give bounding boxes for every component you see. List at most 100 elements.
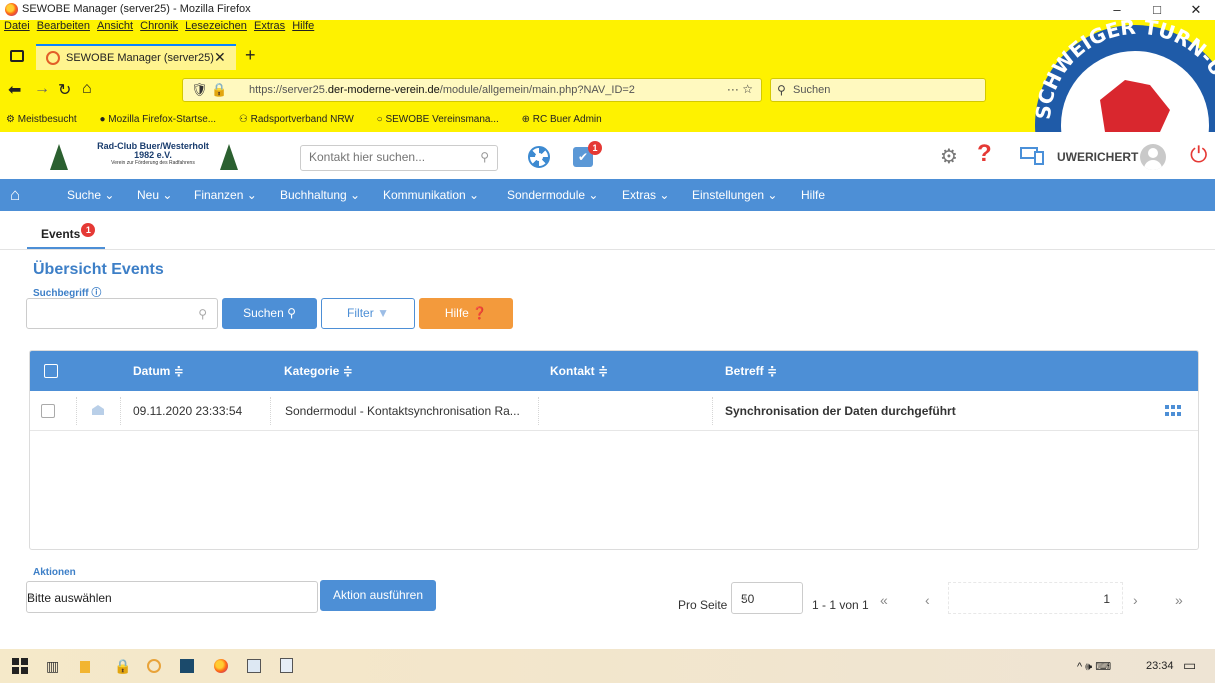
help-button[interactable]: Hilfe ❓ (419, 298, 513, 329)
bookmark-rc-buer-admin[interactable]: ⊕ RC Buer Admin (522, 114, 612, 125)
column-header-kategorie[interactable]: Kategorie ≑ (284, 364, 353, 378)
page-title: Übersicht Events (33, 261, 164, 278)
bookmark-firefox-start[interactable]: ● Mozilla Firefox-Startse... (99, 114, 226, 125)
column-divider (76, 397, 77, 425)
bookmark-sewobe[interactable]: ○ SEWOBE Vereinsmana... (377, 114, 509, 125)
row-menu-icon[interactable] (1165, 405, 1181, 417)
file-explorer-icon[interactable] (80, 661, 90, 673)
cell-betreff: Synchronisation der Daten durchgeführt (725, 404, 956, 418)
table-row[interactable]: 09.11.2020 23:33:54 Sondermodul - Kontak… (30, 391, 1198, 431)
club-logo-right-icon (220, 144, 238, 170)
browser-search-bar[interactable]: ⚲ Suchen (770, 78, 986, 102)
menu-hilfe[interactable]: Hilfe (292, 20, 314, 32)
events-table: Datum ≑ Kategorie ≑ Kontakt ≑ Betreff ≑ … (29, 350, 1199, 550)
url-bar[interactable]: 🛡 🔒 https://server25.der-moderne-verein.… (182, 78, 762, 102)
home-icon[interactable]: ⌂ (10, 185, 20, 205)
cell-datum: 09.11.2020 23:33:54 (133, 404, 243, 418)
search-term-input[interactable]: ⚲ (26, 298, 218, 329)
support-lifebuoy-icon[interactable] (528, 146, 550, 168)
lock-icon: 🛡 🔒 (191, 82, 228, 97)
column-header-betreff[interactable]: Betreff ≑ (725, 364, 777, 378)
firefox-icon (5, 3, 18, 16)
bookmark-radsportverband[interactable]: ⚇ Radsportverband NRW (239, 114, 364, 125)
page-actions-icon[interactable]: ··· ☆ (727, 82, 753, 96)
help-question-icon[interactable]: ? (977, 140, 992, 168)
app-document-icon[interactable] (280, 658, 293, 673)
column-header-kontakt[interactable]: Kontakt ≑ (550, 364, 608, 378)
minimize-button[interactable]: – (1097, 0, 1137, 20)
app-window-icon[interactable] (247, 659, 261, 673)
menu-bearbeiten[interactable]: Bearbeiten (37, 20, 90, 32)
action-select[interactable]: Bitte auswählen ▲ (26, 581, 318, 613)
window-title: SEWOBE Manager (server25) - Mozilla Fire… (22, 3, 251, 15)
menu-einstellungen[interactable]: Einstellungen ⌄ (692, 188, 777, 202)
clock[interactable]: 23:34 (1146, 660, 1174, 672)
menu-finanzen[interactable]: Finanzen ⌄ (194, 188, 257, 202)
calendar-badge: 1 (588, 141, 602, 155)
prev-page-icon[interactable]: ‹ (925, 592, 930, 608)
reload-icon[interactable]: ↻ (58, 80, 71, 100)
menu-extras[interactable]: Extras ⌄ (622, 188, 669, 202)
last-page-icon[interactable]: » (1175, 592, 1183, 608)
search-button[interactable]: Suchen ⚲ (222, 298, 317, 329)
search-icon: ⚲ (287, 306, 296, 320)
logout-power-icon[interactable]: ⏻ (1190, 142, 1207, 168)
row-checkbox[interactable] (41, 404, 55, 418)
windows-start-icon[interactable] (12, 658, 28, 674)
home-icon[interactable]: ⌂ (82, 80, 92, 98)
column-divider (270, 397, 271, 425)
username[interactable]: UWERICHERT (1057, 150, 1138, 164)
menu-chronik[interactable]: Chronik (140, 20, 178, 32)
settings-gear-icon[interactable]: ⚙ (940, 144, 958, 169)
sidebar-toggle-icon[interactable] (10, 50, 24, 62)
firefox-taskbar-icon[interactable] (214, 659, 228, 673)
contact-search-input[interactable] (309, 150, 469, 164)
page-number-box[interactable]: 1 (948, 582, 1123, 614)
store-icon[interactable]: 🔒 (114, 658, 131, 674)
tab-events[interactable]: Events 1 (27, 218, 106, 249)
search-icon[interactable]: ⚲ (480, 150, 489, 164)
select-all-checkbox[interactable] (44, 364, 58, 378)
menu-ansicht[interactable]: Ansicht (97, 20, 133, 32)
system-tray-icons[interactable]: ^ 🕪 ⌨ (1077, 660, 1111, 674)
close-tab-icon[interactable]: ✕ (214, 49, 226, 66)
per-page-select[interactable]: 50 ▲ (731, 582, 803, 614)
first-page-icon[interactable]: « (880, 592, 888, 608)
browser-tab-title: SEWOBE Manager (server25) (66, 52, 214, 64)
browser-navbar: ⬅ → ↻ ⌂ 🛡 🔒 https://server25.der-moderne… (0, 74, 1215, 108)
table-header: Datum ≑ Kategorie ≑ Kontakt ≑ Betreff ≑ (30, 351, 1198, 391)
devices-icon[interactable] (1020, 147, 1046, 165)
menu-hilfe[interactable]: Hilfe (801, 188, 825, 202)
avatar[interactable] (1140, 144, 1166, 170)
execute-action-button[interactable]: Aktion ausführen (320, 580, 436, 611)
bookmark-meistbesucht[interactable]: ⚙ Meistbesucht (6, 114, 87, 125)
next-page-icon[interactable]: › (1133, 592, 1138, 608)
contact-search-field[interactable]: ⚲ (300, 145, 498, 171)
menu-buchhaltung[interactable]: Buchhaltung ⌄ (280, 188, 360, 202)
browser-tab[interactable]: SEWOBE Manager (server25) ✕ (36, 44, 236, 70)
new-tab-icon[interactable]: + (245, 45, 256, 66)
menu-sondermodule[interactable]: Sondermodule ⌄ (507, 188, 598, 202)
close-window-button[interactable]: ✕ (1176, 0, 1215, 20)
actions-label: Aktionen (33, 567, 76, 578)
menu-kommunikation[interactable]: Kommunikation ⌄ (383, 188, 479, 202)
club-logo-text[interactable]: Rad-Club Buer/Westerholt 1982 e.V. Verei… (88, 141, 218, 166)
menu-suche[interactable]: Suche ⌄ (67, 188, 114, 202)
menu-datei[interactable]: Datei (4, 20, 30, 32)
forward-icon[interactable]: → (34, 80, 50, 98)
filter-button[interactable]: Filter ▼ (321, 298, 415, 329)
menu-extras[interactable]: Extras (254, 20, 285, 32)
notification-icon[interactable]: ▭ (1183, 657, 1196, 674)
back-icon[interactable]: ⬅ (8, 80, 21, 100)
task-view-icon[interactable]: ▥ (46, 658, 62, 674)
browser-tabstrip: SEWOBE Manager (server25) ✕ + (0, 40, 1215, 74)
app-circle-icon[interactable] (147, 659, 161, 673)
column-divider (120, 397, 121, 425)
help-circle-icon: ❓ (472, 306, 488, 320)
menu-neu[interactable]: Neu ⌄ (137, 188, 172, 202)
maximize-button[interactable]: □ (1137, 0, 1177, 20)
menu-lesezeichen[interactable]: Lesezeichen (185, 20, 247, 32)
app-b-icon[interactable] (180, 659, 194, 673)
column-header-datum[interactable]: Datum ≑ (133, 364, 184, 378)
search-icon: ⚲ (777, 83, 786, 97)
